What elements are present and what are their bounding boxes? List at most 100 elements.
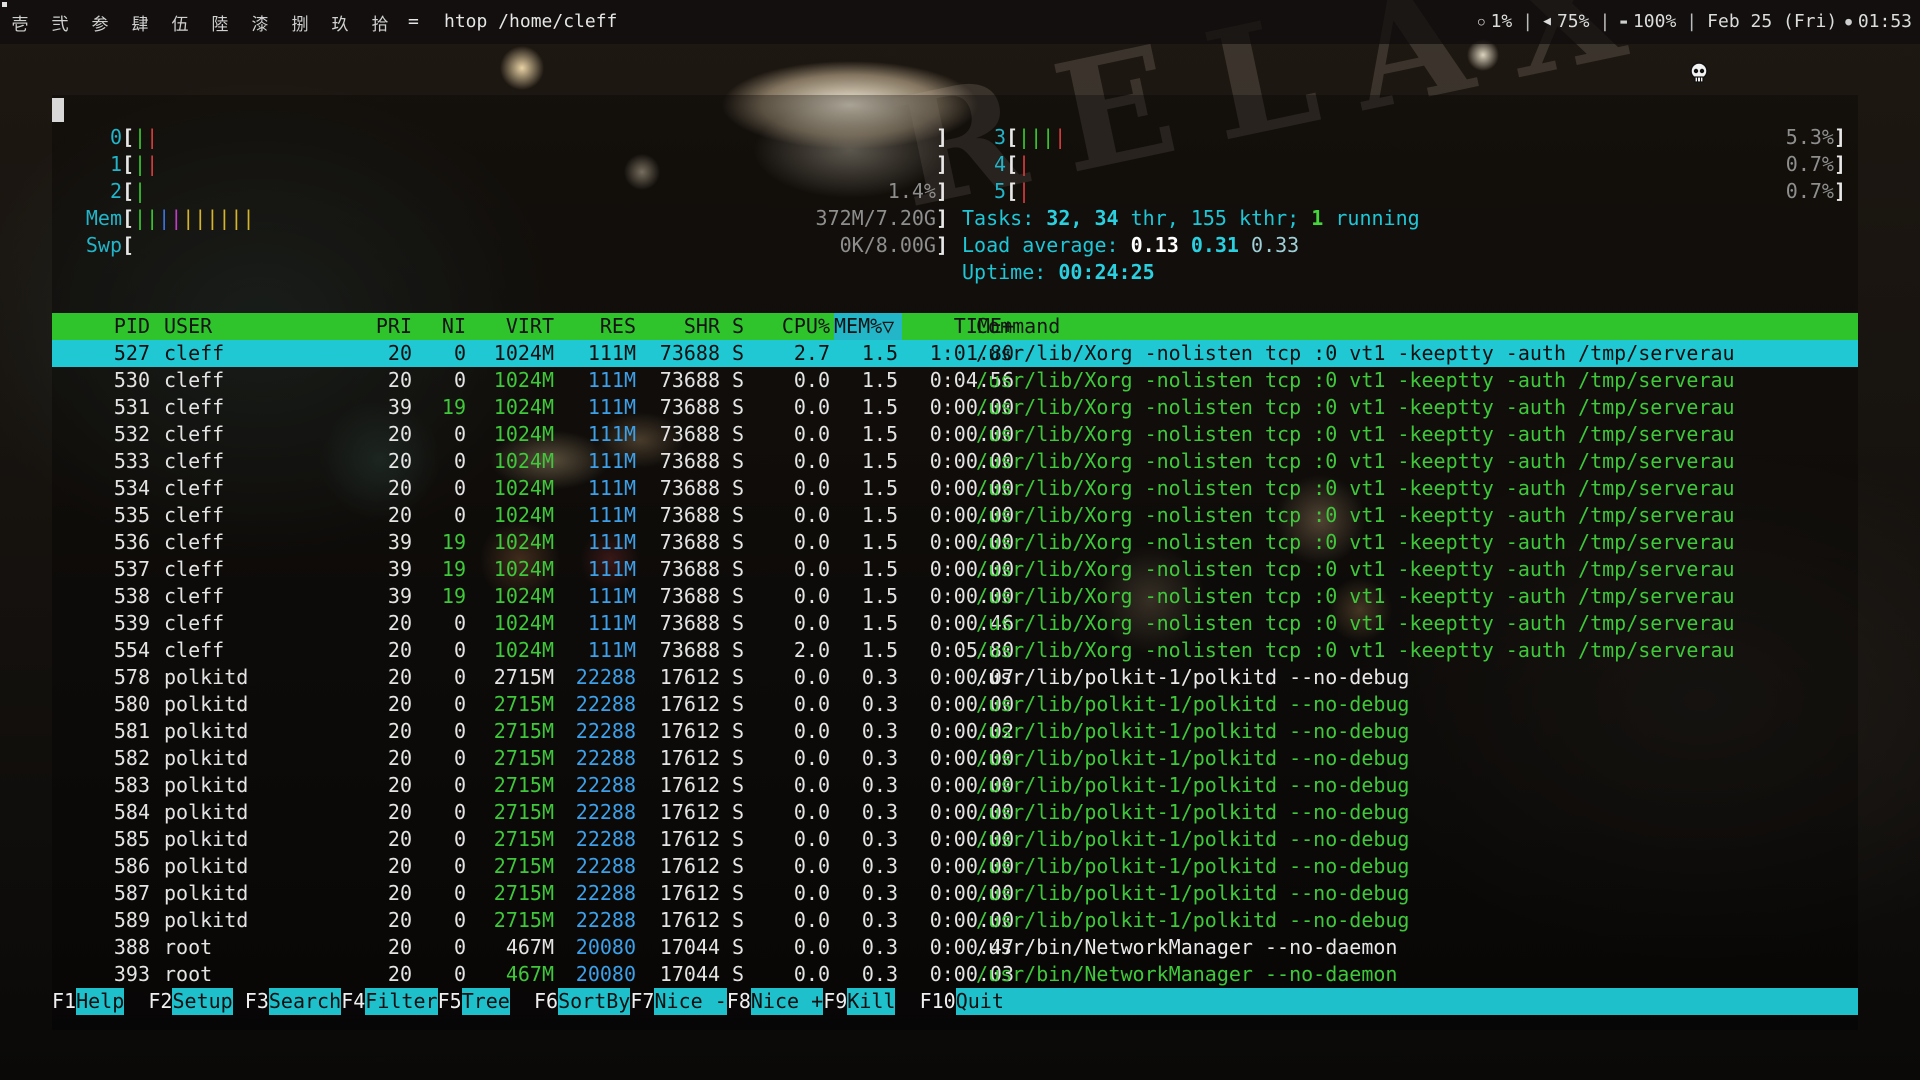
process-table[interactable]: 527 cleff 20 0 1024M 111M 73688 S 2.7 1.5 1:01.80/… bbox=[52, 340, 1858, 988]
volume-level[interactable]: 75% bbox=[1557, 0, 1590, 44]
state-cell: S bbox=[732, 611, 745, 635]
workspace-4[interactable]: 肆 bbox=[120, 10, 160, 35]
nice-cell: 0 bbox=[453, 476, 466, 500]
process-row[interactable]: 534 cleff 20 0 1024M 111M 73688 S 0.0 1.5 0:00.00/… bbox=[52, 475, 1858, 502]
fkey-sortby-button[interactable]: F6 SortBy bbox=[534, 988, 631, 1015]
meter-open-bracket: [ bbox=[122, 206, 135, 230]
res-cell: 111M bbox=[587, 368, 636, 392]
fkey-kill-button[interactable]: F9 Kill bbox=[823, 988, 896, 1015]
column-header-ni[interactable]: NI bbox=[422, 313, 466, 340]
workspace-10[interactable]: 拾 bbox=[360, 10, 400, 35]
workspace-8[interactable]: 捌 bbox=[280, 10, 320, 35]
mem-meter: Mem[|||||||||| bbox=[62, 205, 255, 232]
pid-cell: 581 bbox=[113, 719, 150, 743]
shr-cell: 17612 bbox=[659, 719, 720, 743]
fkey-number: F6 bbox=[534, 989, 559, 1013]
skull-cursor-icon bbox=[1690, 62, 1708, 83]
process-row[interactable]: 531 cleff 39 19 1024M 111M 73688 S 0.0 1.5 0:00.00… bbox=[52, 394, 1858, 421]
layout-indicator[interactable]: = bbox=[408, 0, 419, 44]
shr-cell: 17612 bbox=[659, 827, 720, 851]
column-header-pid[interactable]: PID bbox=[52, 313, 150, 340]
uptime-value: 00:24:25 bbox=[1058, 260, 1155, 284]
workspace-7[interactable]: 漆 bbox=[240, 10, 280, 35]
meter-open-bracket: [ bbox=[1006, 125, 1019, 149]
fkey-setup-button[interactable]: F2 Setup bbox=[148, 988, 233, 1015]
cpu-cell: 0.0 bbox=[793, 503, 830, 527]
process-row[interactable]: 530 cleff 20 0 1024M 111M 73688 S 0.0 1.5 0:04.56/… bbox=[52, 367, 1858, 394]
process-row[interactable]: 393 root 20 0 467M 20080 17044 S 0.0 0.3 0:00.03/u… bbox=[52, 961, 1858, 988]
process-row[interactable]: 554 cleff 20 0 1024M 111M 73688 S 2.0 1.5 0:05.80/… bbox=[52, 637, 1858, 664]
cpu-meter-2: 2[| bbox=[62, 178, 146, 205]
process-row[interactable]: 581 polkitd 20 0 2715M 22288 17612 S 0.0 0.3 0:00.… bbox=[52, 718, 1858, 745]
tasks-meter: Tasks: 32, 34 thr, 155 kthr; 1 running bbox=[962, 205, 1420, 232]
fkey-tree-button[interactable]: F5 Tree bbox=[438, 988, 510, 1015]
column-header-cpu[interactable]: CPU% bbox=[752, 313, 830, 340]
command-cell: /usr/lib/polkit-1/polkitd --no-debug bbox=[976, 800, 1410, 824]
column-header-virt[interactable]: VIRT bbox=[470, 313, 554, 340]
uptime-label: Uptime: bbox=[962, 260, 1047, 284]
process-row[interactable]: 586 polkitd 20 0 2715M 22288 17612 S 0.0 0.3 0:00.… bbox=[52, 853, 1858, 880]
process-row[interactable]: 589 polkitd 20 0 2715M 22288 17612 S 0.0 0.3 0:00.… bbox=[52, 907, 1858, 934]
cpu-meter-1-label: 1 bbox=[109, 152, 122, 176]
fkey-quit-button[interactable]: F10 Quit bbox=[920, 988, 1004, 1015]
column-header-pri[interactable]: PRI bbox=[306, 313, 412, 340]
mem-cell: 1.5 bbox=[861, 449, 898, 473]
mem-cell: 0.3 bbox=[861, 908, 898, 932]
virt-cell: 1024M bbox=[493, 422, 554, 446]
process-row[interactable]: 583 polkitd 20 0 2715M 22288 17612 S 0.0 0.3 0:00.… bbox=[52, 772, 1858, 799]
load-15: 0.33 bbox=[1251, 233, 1300, 257]
command-cell: /usr/lib/Xorg -nolisten tcp :0 vt1 -keep… bbox=[976, 584, 1735, 608]
process-row[interactable]: 537 cleff 39 19 1024M 111M 73688 S 0.0 1.5 0:00.00… bbox=[52, 556, 1858, 583]
fkey-help-button[interactable]: F1 Help bbox=[52, 988, 125, 1015]
mem-cell: 1.5 bbox=[861, 368, 898, 392]
workspace-2[interactable]: 弐 bbox=[40, 10, 80, 35]
cpu-meter-3-label: 3 bbox=[993, 125, 1006, 149]
fkey-filter-button[interactable]: F4 Filter bbox=[341, 988, 438, 1015]
state-cell: S bbox=[732, 341, 745, 365]
column-header-s[interactable]: S bbox=[732, 313, 744, 340]
process-row[interactable]: 527 cleff 20 0 1024M 111M 73688 S 2.7 1.5 1:01.80/… bbox=[52, 340, 1858, 367]
volume-icon[interactable]: ◀ bbox=[1543, 0, 1551, 44]
fkey-nice-button[interactable]: F8 Nice + bbox=[727, 988, 824, 1015]
pid-cell: 586 bbox=[113, 854, 150, 878]
workspace-5[interactable]: 伍 bbox=[160, 10, 200, 35]
workspace-1[interactable]: 壱 bbox=[0, 10, 40, 35]
process-row[interactable]: 585 polkitd 20 0 2715M 22288 17612 S 0.0 0.3 0:00.… bbox=[52, 826, 1858, 853]
fkey-number: F7 bbox=[630, 989, 655, 1013]
process-row[interactable]: 587 polkitd 20 0 2715M 22288 17612 S 0.0 0.3 0:00.… bbox=[52, 880, 1858, 907]
column-header-res[interactable]: RES bbox=[552, 313, 636, 340]
process-row[interactable]: 582 polkitd 20 0 2715M 22288 17612 S 0.0 0.3 0:00.… bbox=[52, 745, 1858, 772]
user-cell: cleff bbox=[164, 638, 225, 662]
column-header-shr[interactable]: SHR bbox=[636, 313, 720, 340]
process-row[interactable]: 538 cleff 39 19 1024M 111M 73688 S 0.0 1.5 0:00.00… bbox=[52, 583, 1858, 610]
nice-cell: 0 bbox=[453, 368, 466, 392]
column-header-mem[interactable]: MEM%▽ bbox=[834, 313, 902, 340]
column-header-user[interactable]: USER bbox=[164, 313, 212, 340]
column-header-command[interactable]: Command bbox=[976, 313, 1060, 340]
cpu-meter-1-value-line: ] bbox=[936, 151, 948, 178]
workspace-6[interactable]: 陸 bbox=[200, 10, 240, 35]
fkey-search-button[interactable]: F3 Search bbox=[245, 988, 342, 1015]
process-row[interactable]: 580 polkitd 20 0 2715M 22288 17612 S 0.0 0.3 0:00.… bbox=[52, 691, 1858, 718]
mem-cell: 1.5 bbox=[861, 611, 898, 635]
fkey-label: Kill bbox=[847, 988, 896, 1015]
process-row[interactable]: 535 cleff 20 0 1024M 111M 73688 S 0.0 1.5 0:00.00/… bbox=[52, 502, 1858, 529]
process-row[interactable]: 578 polkitd 20 0 2715M 22288 17612 S 0.0 0.3 0:00.… bbox=[52, 664, 1858, 691]
command-cell: /usr/lib/polkit-1/polkitd --no-debug bbox=[976, 746, 1410, 770]
workspace-3[interactable]: 参 bbox=[80, 10, 120, 35]
fkey-label: Filter bbox=[365, 988, 438, 1015]
process-row[interactable]: 388 root 20 0 467M 20080 17044 S 0.0 0.3 0:00.47/u… bbox=[52, 934, 1858, 961]
process-row[interactable]: 584 polkitd 20 0 2715M 22288 17612 S 0.0 0.3 0:00.… bbox=[52, 799, 1858, 826]
mem-cell: 1.5 bbox=[861, 584, 898, 608]
running-label: running bbox=[1335, 206, 1420, 230]
user-cell: cleff bbox=[164, 530, 225, 554]
process-row[interactable]: 533 cleff 20 0 1024M 111M 73688 S 0.0 1.5 0:00.00/… bbox=[52, 448, 1858, 475]
process-row[interactable]: 532 cleff 20 0 1024M 111M 73688 S 0.0 1.5 0:00.00/… bbox=[52, 421, 1858, 448]
mem-cell: 0.3 bbox=[861, 746, 898, 770]
workspace-9[interactable]: 玖 bbox=[320, 10, 360, 35]
process-row[interactable]: 536 cleff 39 19 1024M 111M 73688 S 0.0 1.5 0:00.00… bbox=[52, 529, 1858, 556]
virt-cell: 1024M bbox=[493, 584, 554, 608]
date: Feb 25 (Fri) bbox=[1707, 11, 1838, 32]
process-row[interactable]: 539 cleff 20 0 1024M 111M 73688 S 0.0 1.5 0:00.46/… bbox=[52, 610, 1858, 637]
fkey-nice-button[interactable]: F7 Nice - bbox=[630, 988, 727, 1015]
